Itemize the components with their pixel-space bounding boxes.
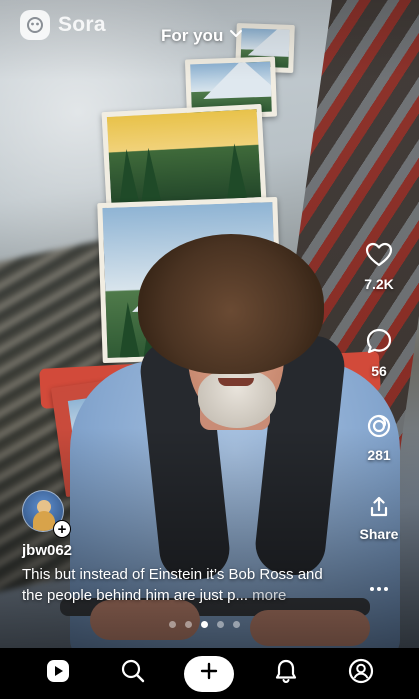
brand: Sora (20, 10, 106, 40)
remix-button[interactable]: 281 (366, 413, 392, 463)
more-options-button[interactable] (369, 580, 389, 598)
carousel-dot-active[interactable] (201, 621, 208, 628)
comment-icon (365, 327, 393, 360)
author-username[interactable]: jbw062 (22, 542, 72, 559)
carousel-dot[interactable] (169, 621, 176, 628)
home-icon (45, 658, 71, 689)
comment-count: 56 (371, 363, 387, 379)
nav-home-button[interactable] (34, 654, 82, 694)
comment-button[interactable]: 56 (365, 327, 393, 379)
feed-selector[interactable]: For you (161, 24, 245, 47)
bottom-nav (0, 648, 419, 699)
nav-activity-button[interactable] (262, 654, 310, 694)
nav-create-button[interactable] (184, 655, 235, 692)
remix-action: 281 (351, 413, 407, 463)
profile-icon (348, 658, 374, 689)
share-action: Share (351, 496, 407, 542)
like-button[interactable]: 7.2K (364, 242, 394, 292)
painting (101, 103, 267, 211)
share-label: Share (359, 526, 399, 542)
person-hair (138, 234, 324, 374)
follow-plus-icon[interactable]: + (53, 520, 71, 538)
carousel-dot[interactable] (185, 621, 192, 628)
like-count: 7.2K (364, 276, 394, 292)
carousel-indicator (169, 621, 240, 628)
nav-profile-button[interactable] (337, 654, 385, 694)
plus-icon (199, 661, 219, 686)
feed-label: For you (161, 25, 224, 45)
heart-icon (365, 242, 393, 273)
nav-search-button[interactable] (109, 654, 157, 694)
sora-logo-icon (20, 10, 50, 40)
author-avatar-button[interactable]: + (22, 490, 71, 538)
carousel-dot[interactable] (217, 621, 224, 628)
search-icon (120, 658, 146, 689)
bell-icon (274, 658, 298, 689)
remix-count: 281 (367, 447, 391, 463)
caption-more-link[interactable]: more (252, 587, 286, 604)
comment-action: 56 (351, 327, 407, 379)
post-caption: This but instead of Einstein it’s Bob Ro… (22, 564, 342, 606)
remix-icon (366, 413, 392, 444)
carousel-dot[interactable] (233, 621, 240, 628)
chevron-down-icon (227, 24, 245, 47)
more-action (351, 580, 407, 598)
more-horizontal-icon (369, 580, 389, 598)
like-action: 7.2K (351, 242, 407, 292)
share-button[interactable]: Share (359, 496, 399, 542)
brand-name: Sora (58, 13, 106, 36)
share-icon (368, 496, 390, 523)
